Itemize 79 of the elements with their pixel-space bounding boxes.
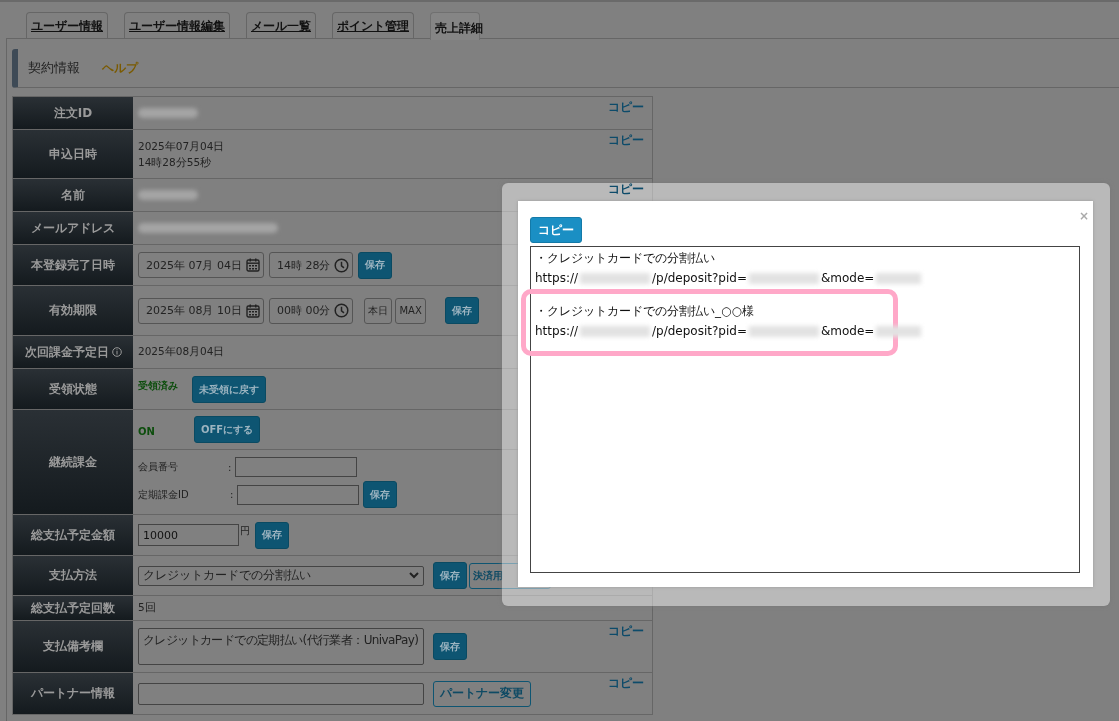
url-text: &mode= [820, 271, 875, 285]
copy-link[interactable]: コピー [608, 623, 644, 640]
off-button[interactable]: OFFにする [194, 416, 261, 443]
copy-link[interactable]: コピー [608, 675, 644, 692]
url-text: /p/deposit?pid= [652, 271, 747, 285]
copy-link[interactable]: コピー [608, 132, 644, 149]
blurred-text [138, 108, 198, 118]
row-label: 名前 [61, 186, 85, 204]
status-text: 受領済み [138, 379, 178, 393]
save-button[interactable]: 保存 [358, 251, 393, 279]
save-button[interactable]: 保存 [433, 633, 467, 660]
blurred-text [580, 325, 650, 337]
row-label: 受領状態 [49, 380, 97, 398]
url-text: https:// [535, 324, 578, 338]
row-label: 有効期限 [49, 302, 97, 319]
time-field[interactable]: 14時 28分 [269, 252, 354, 278]
row-label: 本登録完了日時 [31, 256, 115, 274]
field-label: 定期課金ID [138, 487, 190, 502]
tab[interactable]: メール一覧 [246, 12, 316, 38]
clock-icon [334, 257, 350, 273]
colon-text: : [230, 489, 234, 500]
date-field[interactable]: 2025年 08月 10日 [138, 297, 264, 324]
url-text: &mode= [820, 324, 875, 338]
row-label: 注文ID [53, 104, 93, 122]
chevron-down-icon [409, 572, 419, 579]
row-label: 申込日時 [49, 145, 97, 163]
copy-button[interactable]: コピー [530, 217, 582, 243]
calendar-icon [246, 303, 260, 318]
blurred-text [138, 190, 198, 200]
section-title: 契約情報 [28, 59, 80, 77]
value-text: 2025年07月04日 [138, 140, 225, 154]
partner-field[interactable] [138, 682, 424, 705]
note-field[interactable]: クレジットカードでの定期払い(代行業者：UnivaPay) [138, 628, 424, 665]
date-field[interactable]: 2025年 07月 04日 [138, 252, 264, 278]
input-field[interactable] [235, 457, 358, 477]
text-line: ・クレジットカードでの分割払い [535, 250, 716, 267]
copy-link[interactable]: コピー [608, 181, 644, 198]
row-label: 支払備考欄 [43, 638, 103, 655]
blurred-text [876, 325, 922, 337]
row-label: パートナー情報 [31, 685, 115, 702]
tab[interactable]: ユーザー情報編集 [124, 12, 230, 38]
save-button[interactable]: 保存 [363, 481, 398, 508]
field-label: 会員番号 [138, 460, 179, 474]
input-field[interactable] [237, 484, 360, 505]
amount-field[interactable]: 10000 [138, 524, 239, 546]
value-text: 2025年08月04日 [138, 345, 225, 359]
time-field[interactable]: 00時 00分 [269, 297, 354, 324]
clock-icon [334, 303, 350, 318]
copy-link[interactable]: コピー [608, 99, 644, 116]
colon-text: : [228, 461, 232, 473]
payment-select[interactable]: クレジットカードでの分割払い [138, 565, 424, 586]
close-button[interactable]: × [1078, 209, 1089, 223]
row-label: 総支払予定金額 [31, 526, 115, 544]
quick-button[interactable]: MAX [395, 297, 426, 324]
text-line: ・クレジットカードでの分割払い_○○様 [535, 303, 755, 320]
revert-button[interactable]: 未受領に戻す [192, 376, 266, 403]
url-text: /p/deposit?pid= [652, 324, 747, 338]
blurred-text [580, 272, 650, 284]
tab[interactable]: ポイント管理 [332, 12, 414, 38]
partner-button[interactable]: パートナー変更 [433, 680, 531, 707]
blurred-text [748, 325, 819, 337]
blurred-text [748, 272, 819, 284]
blurred-text [876, 272, 922, 284]
save-button[interactable]: 保存 [433, 562, 467, 589]
calendar-icon [246, 258, 260, 272]
quick-button[interactable]: 本日 [364, 297, 393, 324]
row-label: メールアドレス [31, 219, 115, 237]
row-label: 次回課金予定日 [24, 343, 109, 361]
value-text: 5回 [138, 601, 156, 615]
value-text: 14時28分55秒 [138, 156, 213, 170]
tab[interactable]: ユーザー情報 [26, 12, 108, 38]
save-button[interactable]: 保存 [444, 297, 479, 324]
status-text: ON [138, 425, 156, 437]
row-label: 支払方法 [49, 567, 97, 584]
save-button[interactable]: 保存 [255, 521, 289, 549]
row-label: 総支払予定回数 [31, 599, 115, 617]
unit-text: 円 [240, 524, 250, 538]
row-label: 継続課金 [49, 453, 97, 471]
url-text: https:// [535, 271, 578, 285]
